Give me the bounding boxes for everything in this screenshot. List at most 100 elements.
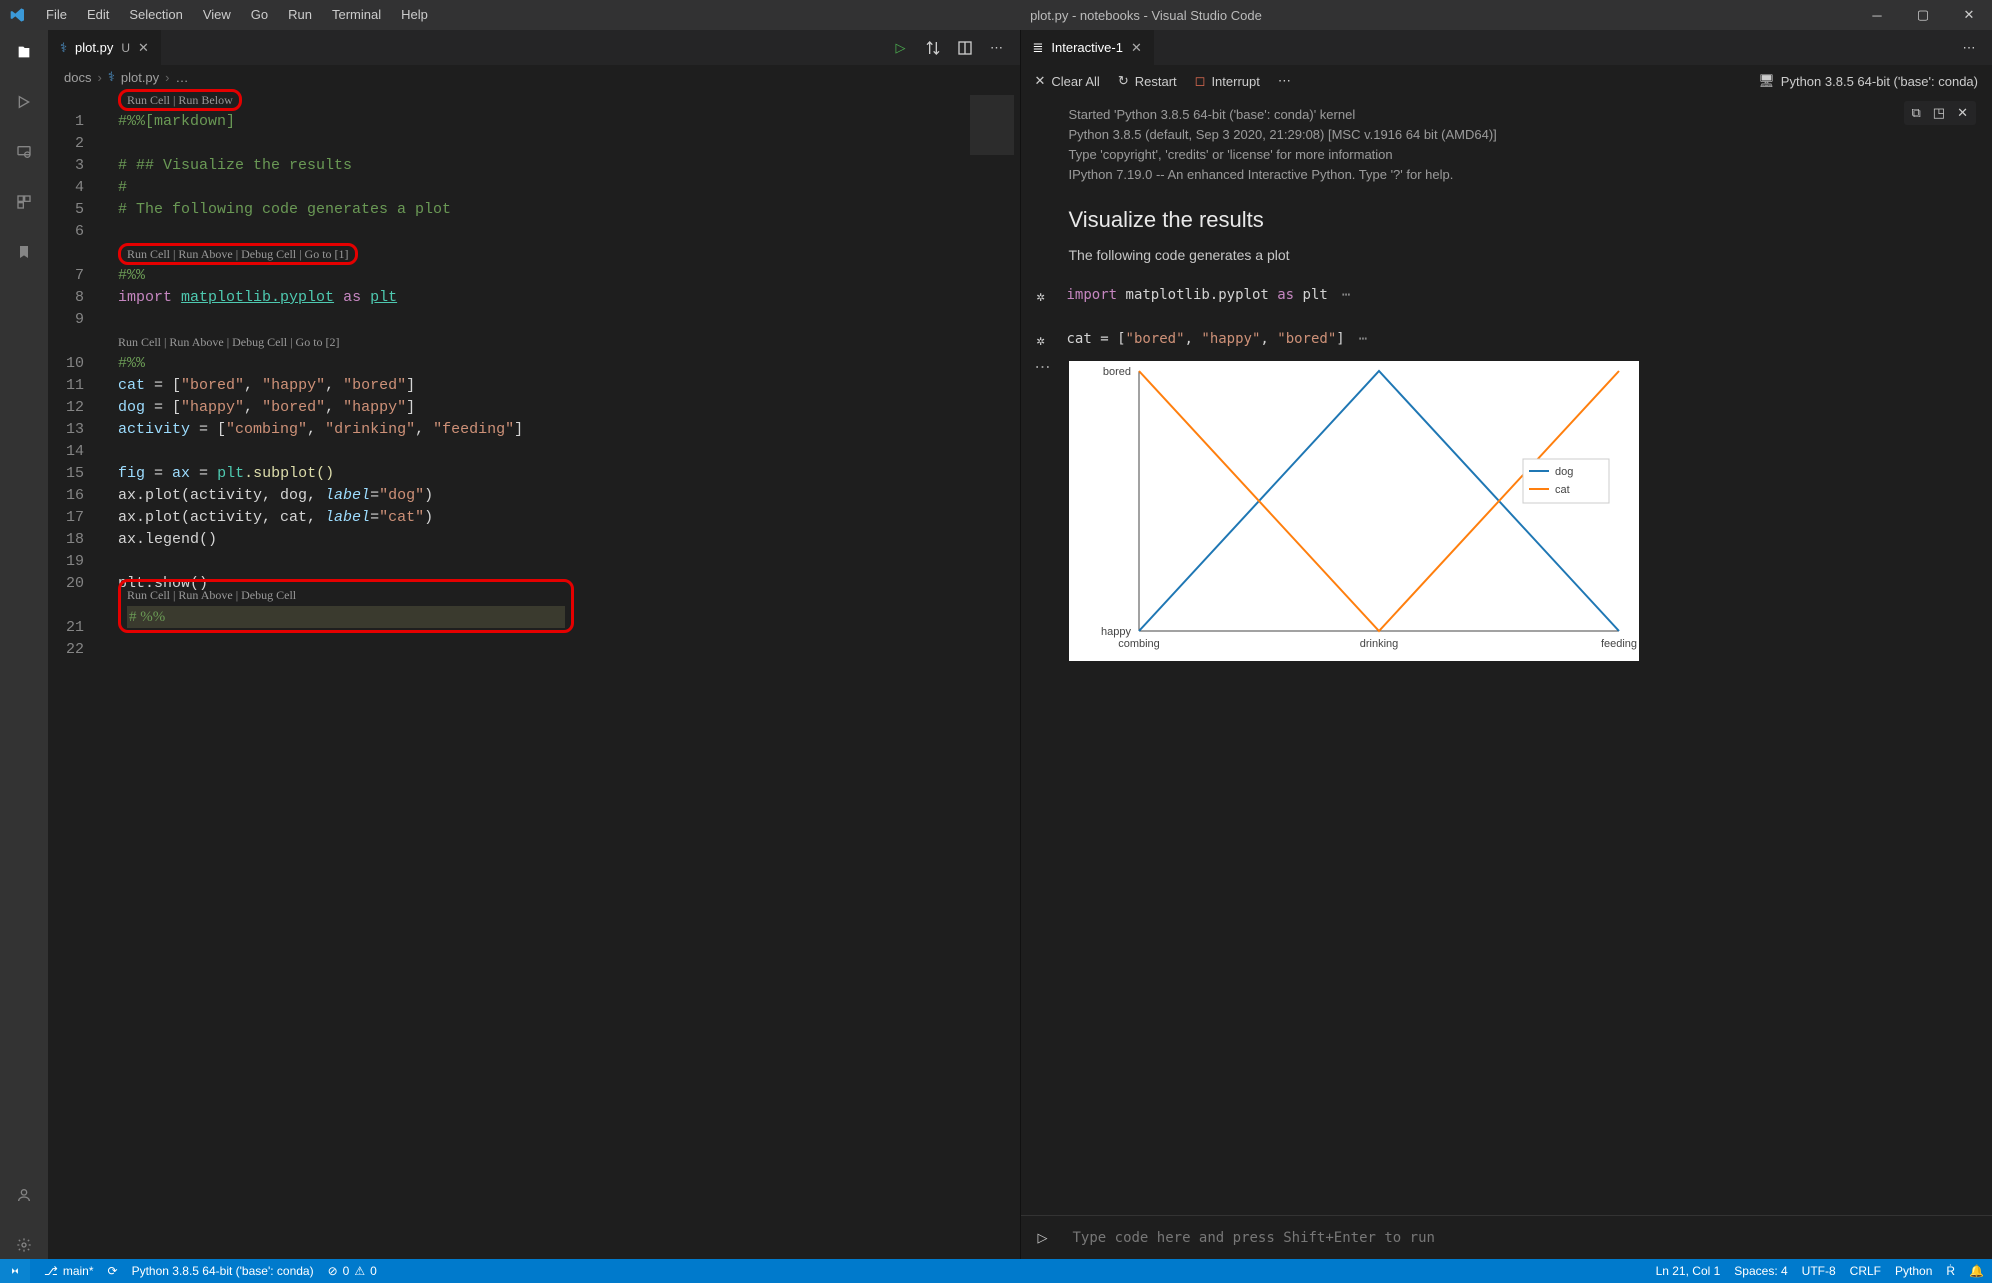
interactive-toolbar: ✕Clear All ↻Restart ◻Interrupt ⋯ 🖥Python…: [1021, 65, 1992, 97]
sync-icon: ⟳: [108, 1264, 118, 1278]
codelens-run-cell-above-debug[interactable]: Run Cell | Run Above | Debug Cell: [127, 588, 296, 602]
codelens-run-cell-above-debug-goto2[interactable]: Run Cell | Run Above | Debug Cell | Go t…: [118, 331, 340, 353]
run-input-icon[interactable]: ▷: [1021, 1230, 1065, 1246]
tab-interactive-1[interactable]: ≣ Interactive-1 ✕: [1021, 30, 1155, 65]
line-number-gutter: 123456 789 1011121314151617181920 2122: [48, 89, 104, 1259]
stop-icon: ◻: [1195, 73, 1206, 89]
svg-text:cat: cat: [1555, 484, 1570, 496]
compare-icon[interactable]: [924, 39, 942, 57]
tab-close-icon[interactable]: ✕: [138, 40, 149, 56]
code-line: # ## Visualize the results: [118, 157, 352, 174]
tab-label: Interactive-1: [1051, 40, 1123, 55]
title-bar: File Edit Selection View Go Run Terminal…: [0, 0, 1992, 30]
svg-text:combing: combing: [1118, 638, 1160, 650]
sync-button[interactable]: ⟳: [108, 1264, 118, 1278]
close-icon[interactable]: ✕: [1957, 105, 1968, 121]
collapse-cell-icon[interactable]: ✲: [1037, 331, 1057, 349]
remote-explorer-icon[interactable]: [10, 138, 38, 166]
codelens-run-cell-above-debug-goto1[interactable]: Run Cell | Run Above | Debug Cell | Go t…: [118, 243, 358, 265]
tab-close-icon[interactable]: ✕: [1131, 40, 1142, 56]
activity-bar: [0, 30, 48, 1259]
tab-plot-py[interactable]: ⚕ plot.py U ✕: [48, 30, 162, 65]
breadcrumb-folder: docs: [64, 70, 91, 85]
chevron-right-icon: ›: [97, 70, 101, 85]
cursor-position[interactable]: Ln 21, Col 1: [1656, 1264, 1721, 1278]
close-button[interactable]: ✕: [1946, 0, 1992, 30]
code-line: #: [118, 179, 127, 196]
python-interpreter[interactable]: Python 3.8.5 64-bit ('base': conda): [132, 1264, 314, 1278]
breadcrumb-tail: …: [176, 70, 189, 85]
warning-icon: ⚠: [354, 1264, 365, 1278]
markdown-paragraph: The following code generates a plot: [1029, 239, 1985, 283]
more-actions-icon[interactable]: ⋯: [1278, 73, 1291, 89]
menu-edit[interactable]: Edit: [77, 0, 119, 30]
plot-output: boredhappycombingdrinkingfeedingdogcat: [1069, 361, 1639, 661]
clear-all-button[interactable]: ✕Clear All: [1035, 73, 1100, 89]
svg-text:feeding: feeding: [1600, 638, 1636, 650]
status-bar: ⎇main* ⟳ Python 3.8.5 64-bit ('base': co…: [0, 1259, 1992, 1283]
explorer-icon[interactable]: [10, 38, 38, 66]
menu-selection[interactable]: Selection: [119, 0, 192, 30]
code-line: #%%: [118, 355, 145, 372]
kernel-selector[interactable]: 🖥Python 3.8.5 64-bit ('base': conda): [1758, 73, 1978, 89]
indentation[interactable]: Spaces: 4: [1734, 1264, 1787, 1278]
interrupt-button[interactable]: ◻Interrupt: [1195, 73, 1260, 89]
encoding[interactable]: UTF-8: [1802, 1264, 1836, 1278]
language-mode[interactable]: Python: [1895, 1264, 1932, 1278]
restart-button[interactable]: ↻Restart: [1118, 73, 1177, 89]
menu-terminal[interactable]: Terminal: [322, 0, 391, 30]
notifications-icon[interactable]: 🔔: [1969, 1264, 1984, 1278]
split-editor-icon[interactable]: [956, 39, 974, 57]
executed-cell: ✲ import matplotlib.pyplot as plt ⋯: [1029, 283, 1985, 309]
breadcrumb[interactable]: docs › ⚕ plot.py › …: [48, 65, 1020, 89]
menu-view[interactable]: View: [193, 0, 241, 30]
code-editor[interactable]: 123456 789 1011121314151617181920 2122 R…: [48, 89, 1020, 1259]
chevron-right-icon: ›: [165, 70, 169, 85]
bookmark-icon[interactable]: [10, 238, 38, 266]
executed-cell: ✲ cat = ["bored", "happy", "bored"] ⋯: [1029, 327, 1985, 353]
code-line: # The following code generates a plot: [118, 201, 451, 218]
menu-run[interactable]: Run: [278, 0, 322, 30]
run-debug-icon[interactable]: [10, 88, 38, 116]
extensions-icon[interactable]: [10, 188, 38, 216]
minimap[interactable]: [964, 89, 1020, 1259]
ellipsis-icon[interactable]: ⋯: [1338, 287, 1350, 303]
eol[interactable]: CRLF: [1850, 1264, 1881, 1278]
interactive-input[interactable]: Type code here and press Shift+Enter to …: [1065, 1230, 1992, 1246]
problems-indicator[interactable]: ⊘ 0 ⚠ 0: [328, 1264, 377, 1278]
error-icon: ⊘: [328, 1264, 338, 1278]
more-actions-icon[interactable]: ⋯: [1960, 39, 1978, 57]
python-file-icon: ⚕: [108, 69, 115, 85]
copy-icon[interactable]: ⧉: [1912, 105, 1921, 121]
window-title: plot.py - notebooks - Visual Studio Code: [438, 8, 1854, 23]
code-line: #%%[markdown]: [118, 113, 235, 130]
menu-file[interactable]: File: [36, 0, 77, 30]
ellipsis-icon[interactable]: ⋯: [1355, 331, 1367, 347]
vscode-icon: [0, 7, 36, 23]
server-icon: 🖥: [1758, 73, 1775, 89]
more-actions-icon[interactable]: ⋯: [988, 39, 1006, 57]
maximize-button[interactable]: ▢: [1900, 0, 1946, 30]
menu-help[interactable]: Help: [391, 0, 438, 30]
ellipsis-icon[interactable]: ⋯: [1035, 357, 1051, 377]
git-branch[interactable]: ⎇main*: [44, 1264, 94, 1278]
run-icon[interactable]: ▷: [892, 39, 910, 57]
menu-go[interactable]: Go: [241, 0, 278, 30]
account-icon[interactable]: [10, 1181, 38, 1209]
codelens-run-cell-below[interactable]: Run Cell | Run Below: [118, 89, 242, 111]
tab-label: plot.py: [75, 40, 113, 55]
window-controls: ─ ▢ ✕: [1854, 0, 1992, 30]
restart-icon: ↻: [1118, 73, 1129, 89]
collapse-cell-icon[interactable]: ✲: [1037, 287, 1057, 305]
kernel-info-text: Started 'Python 3.8.5 64-bit ('base': co…: [1029, 101, 1985, 201]
remote-indicator[interactable]: [0, 1259, 30, 1283]
svg-text:happy: happy: [1101, 626, 1131, 638]
minimize-button[interactable]: ─: [1854, 0, 1900, 30]
feedback-icon[interactable]: Ṙ: [1946, 1264, 1955, 1278]
goto-icon[interactable]: ◳: [1933, 105, 1945, 121]
breadcrumb-file: plot.py: [121, 70, 159, 85]
markdown-heading: Visualize the results: [1029, 201, 1985, 239]
interactive-output: ⧉ ◳ ✕ Started 'Python 3.8.5 64-bit ('bas…: [1021, 97, 1992, 1215]
interactive-icon: ≣: [1033, 40, 1044, 56]
settings-gear-icon[interactable]: [10, 1231, 38, 1259]
